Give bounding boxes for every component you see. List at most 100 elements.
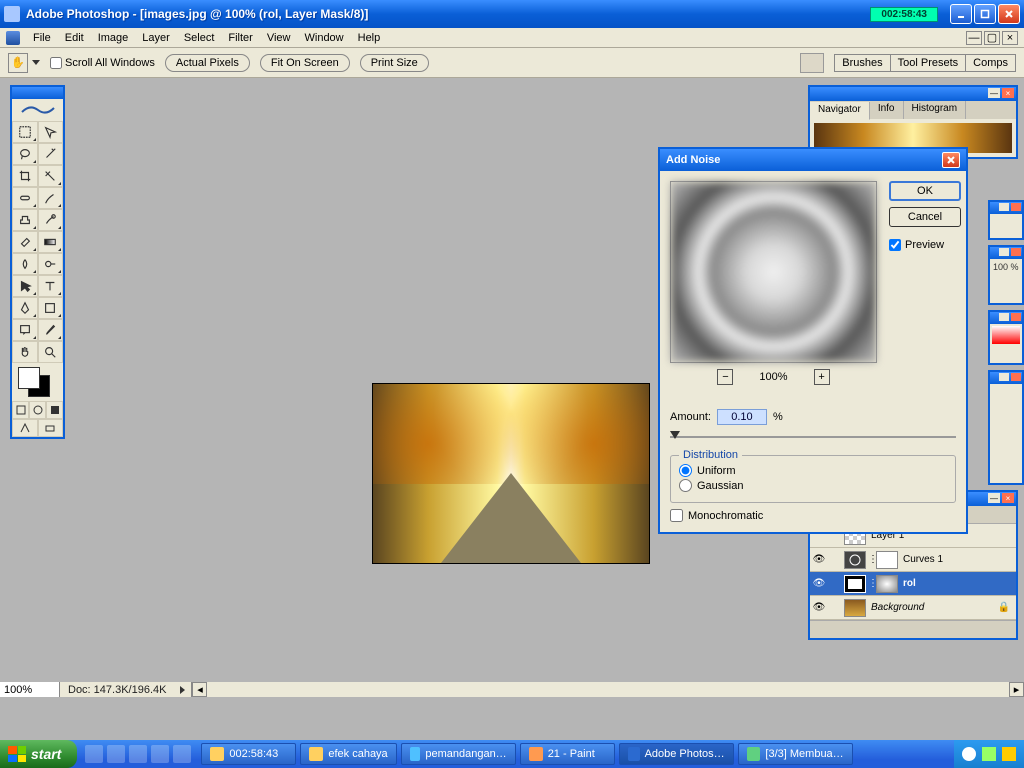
layer-visibility-icon[interactable]: 👁 <box>810 578 828 589</box>
eyedropper-tool[interactable] <box>38 319 64 341</box>
ok-button[interactable]: OK <box>889 181 961 201</box>
foreground-color-swatch[interactable] <box>18 367 40 389</box>
panel-minimize-button[interactable] <box>999 248 1009 256</box>
hand-tool[interactable] <box>12 341 38 363</box>
panel-close-button[interactable]: × <box>1002 88 1014 98</box>
path-selection-tool[interactable] <box>12 275 38 297</box>
uniform-radio-input[interactable] <box>679 464 692 477</box>
scroll-left-button[interactable]: ◂ <box>192 682 207 697</box>
mdi-restore-button[interactable]: ▢ <box>984 31 1000 45</box>
document-canvas[interactable] <box>372 383 650 564</box>
horizontal-scrollbar[interactable]: ◂ ▸ <box>191 682 1024 697</box>
fit-on-screen-button[interactable]: Fit On Screen <box>260 54 350 72</box>
monochromatic-checkbox[interactable]: Monochromatic <box>670 509 956 522</box>
panel-minimize-button[interactable]: — <box>988 88 1000 98</box>
dodge-tool[interactable] <box>38 253 64 275</box>
start-button[interactable]: start <box>0 740 77 768</box>
window-minimize-button[interactable] <box>950 4 972 24</box>
tray-icon[interactable] <box>962 747 976 761</box>
menu-file[interactable]: File <box>26 32 58 44</box>
history-panel-stub[interactable] <box>988 370 1024 485</box>
menu-help[interactable]: Help <box>351 32 388 44</box>
menu-edit[interactable]: Edit <box>58 32 91 44</box>
menu-window[interactable]: Window <box>298 32 351 44</box>
add-noise-dialog[interactable]: Add Noise − 100% + OK Cancel Preview Amo… <box>658 147 968 534</box>
preview-checkbox-input[interactable] <box>889 239 901 251</box>
layer-name[interactable]: rol <box>900 578 916 589</box>
palette-comps-button[interactable]: Comps <box>965 54 1016 72</box>
marquee-tool[interactable] <box>12 121 38 143</box>
panel-minimize-button[interactable] <box>999 203 1009 211</box>
quickmask-mode-button[interactable] <box>29 401 46 419</box>
system-tray[interactable] <box>954 740 1024 768</box>
scroll-right-button[interactable]: ▸ <box>1009 682 1024 697</box>
history-brush-tool[interactable] <box>38 209 64 231</box>
menu-select[interactable]: Select <box>177 32 222 44</box>
menu-layer[interactable]: Layer <box>135 32 177 44</box>
panel-minimize-button[interactable] <box>999 373 1009 381</box>
navigator-panel-titlebar[interactable]: — × <box>810 87 1016 101</box>
panel-close-button[interactable] <box>1011 248 1021 256</box>
mdi-close-button[interactable]: × <box>1002 31 1018 45</box>
blur-tool[interactable] <box>12 253 38 275</box>
window-maximize-button[interactable] <box>974 4 996 24</box>
cancel-button[interactable]: Cancel <box>889 207 961 227</box>
crop-tool[interactable] <box>12 165 38 187</box>
menu-filter[interactable]: Filter <box>221 32 259 44</box>
layer-visibility-icon[interactable]: 👁 <box>810 554 828 565</box>
tray-icon[interactable] <box>982 747 996 761</box>
print-size-button[interactable]: Print Size <box>360 54 429 72</box>
adjustment-layer-thumbnail[interactable] <box>844 551 866 569</box>
hand-tool-icon[interactable]: ✋ <box>8 53 28 73</box>
file-browser-icon[interactable] <box>800 53 824 73</box>
menu-image[interactable]: Image <box>91 32 136 44</box>
palette-brushes-button[interactable]: Brushes <box>834 54 889 72</box>
eraser-tool[interactable] <box>12 231 38 253</box>
jump-to-imageready-button[interactable] <box>12 419 38 437</box>
menu-view[interactable]: View <box>260 32 298 44</box>
amount-input[interactable] <box>717 409 767 425</box>
color-panel-stub[interactable] <box>988 200 1024 240</box>
quicklaunch-item[interactable] <box>85 745 103 763</box>
layer-mask-thumbnail[interactable] <box>876 575 898 593</box>
scroll-all-windows-checkbox[interactable]: Scroll All Windows <box>50 57 155 69</box>
move-tool[interactable] <box>38 121 64 143</box>
zoom-in-button[interactable]: + <box>814 369 830 385</box>
quicklaunch-item[interactable] <box>151 745 169 763</box>
gaussian-radio[interactable]: Gaussian <box>679 479 947 492</box>
zoom-tool[interactable] <box>38 341 64 363</box>
dialog-titlebar[interactable]: Add Noise <box>660 149 966 171</box>
taskbar-item[interactable]: pemandangan… <box>401 743 516 765</box>
swatches-panel-stub[interactable]: 100 % <box>988 245 1024 305</box>
brush-tool[interactable] <box>38 187 64 209</box>
quicklaunch-item[interactable] <box>107 745 125 763</box>
layer-row[interactable]: 👁 ⋮ Curves 1 <box>810 548 1016 572</box>
panel-minimize-button[interactable]: — <box>988 493 1000 503</box>
quicklaunch-item[interactable] <box>129 745 147 763</box>
color-swatches[interactable] <box>12 363 63 401</box>
preview-checkbox[interactable]: Preview <box>889 239 961 251</box>
toolbox-titlebar[interactable] <box>12 87 63 99</box>
notes-tool[interactable] <box>12 319 38 341</box>
panel-close-button[interactable] <box>1011 373 1021 381</box>
layer-thumbnail[interactable] <box>844 575 866 593</box>
layer-mask-link-icon[interactable]: ⋮ <box>868 578 874 589</box>
panel-close-button[interactable] <box>1011 313 1021 321</box>
gaussian-radio-input[interactable] <box>679 479 692 492</box>
tab-histogram[interactable]: Histogram <box>904 101 967 119</box>
lasso-tool[interactable] <box>12 143 38 165</box>
shape-tool[interactable] <box>38 297 64 319</box>
monochromatic-checkbox-input[interactable] <box>670 509 683 522</box>
panel-minimize-button[interactable] <box>999 313 1009 321</box>
layer-mask-thumbnail[interactable] <box>876 551 898 569</box>
zoom-out-button[interactable]: − <box>717 369 733 385</box>
taskbar-item[interactable]: efek cahaya <box>300 743 396 765</box>
taskbar-item[interactable]: 21 - Paint <box>520 743 615 765</box>
palette-tool-presets-button[interactable]: Tool Presets <box>890 54 966 72</box>
scroll-all-windows-input[interactable] <box>50 57 62 69</box>
layer-mask-link-icon[interactable]: ⋮ <box>868 554 874 565</box>
tray-icon[interactable] <box>1002 747 1016 761</box>
layer-row[interactable]: 👁 Background 🔒 <box>810 596 1016 620</box>
zoom-level-field[interactable]: 100% <box>0 682 60 697</box>
actual-pixels-button[interactable]: Actual Pixels <box>165 54 250 72</box>
